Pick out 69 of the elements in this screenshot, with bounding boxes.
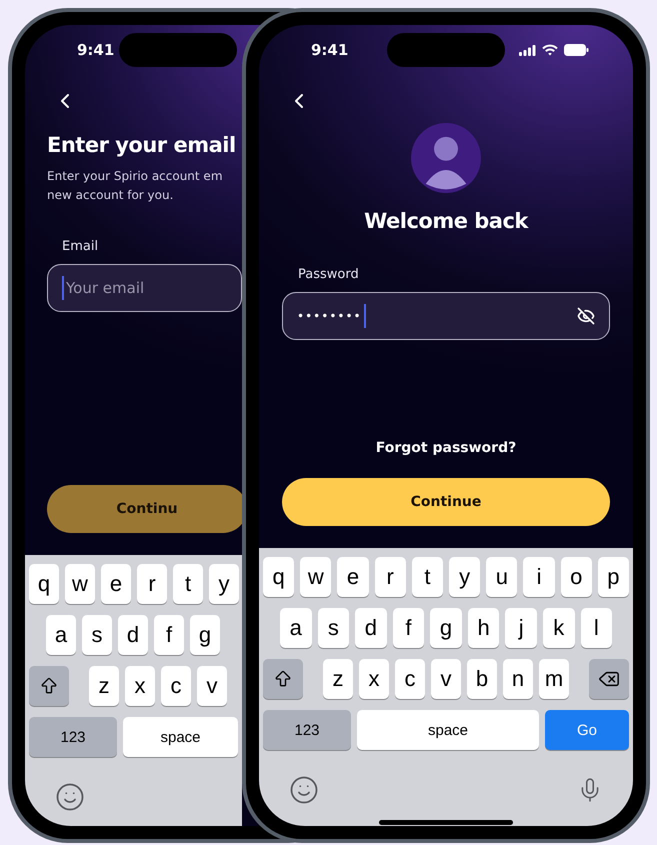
key[interactable]: r [137, 564, 167, 604]
backspace-key[interactable] [589, 659, 629, 699]
email-field[interactable]: Your email [47, 264, 242, 312]
key[interactable]: w [300, 557, 332, 597]
numbers-key[interactable]: 123 [29, 717, 117, 757]
avatar-icon [408, 123, 484, 193]
key[interactable]: q [29, 564, 59, 604]
key[interactable]: z [89, 666, 119, 706]
wifi-icon [542, 44, 558, 56]
shift-key[interactable] [29, 666, 69, 706]
key[interactable]: i [523, 557, 555, 597]
key[interactable]: j [505, 608, 537, 648]
key[interactable]: z [323, 659, 353, 699]
key[interactable]: h [468, 608, 500, 648]
status-time: 9:41 [77, 41, 114, 59]
screen-title: Enter your email [47, 133, 237, 157]
key[interactable]: a [280, 608, 312, 648]
key[interactable]: n [503, 659, 533, 699]
key[interactable]: m [539, 659, 569, 699]
subtitle-text: Enter your Spirio account em new account for you. [47, 168, 224, 204]
forgot-password-link[interactable]: Forgot password? [376, 440, 516, 456]
go-key[interactable]: Go [545, 710, 629, 750]
key[interactable]: c [395, 659, 425, 699]
key[interactable]: k [542, 608, 574, 648]
space-key[interactable]: space [357, 710, 539, 750]
key[interactable]: t [173, 564, 203, 604]
key[interactable]: l [580, 608, 612, 648]
key[interactable]: f [392, 608, 424, 648]
key[interactable]: b [467, 659, 497, 699]
key[interactable]: v [197, 666, 227, 706]
key[interactable]: s [318, 608, 350, 648]
signal-icon [519, 44, 536, 56]
numbers-key[interactable]: 123 [263, 710, 351, 750]
key[interactable]: y [449, 557, 480, 597]
shift-key[interactable] [263, 659, 303, 699]
emoji-icon[interactable] [289, 775, 319, 805]
emoji-icon[interactable] [55, 782, 85, 812]
key[interactable]: y [209, 564, 239, 604]
shift-icon [39, 676, 59, 696]
key[interactable]: t [412, 557, 444, 597]
status-time: 9:41 [311, 41, 348, 59]
key[interactable]: r [374, 557, 406, 597]
key[interactable]: x [359, 659, 389, 699]
key[interactable]: f [154, 615, 184, 655]
key[interactable]: s [82, 615, 112, 655]
key[interactable]: g [190, 615, 220, 655]
key[interactable]: g [430, 608, 462, 648]
key[interactable]: x [125, 666, 155, 706]
field-label: Email [62, 239, 98, 254]
screen-title: Welcome back [363, 209, 530, 233]
key[interactable]: e [101, 564, 131, 604]
password-field[interactable]: •••••••• [282, 292, 610, 340]
battery-icon [564, 44, 589, 56]
key[interactable]: e [337, 557, 369, 597]
continue-button[interactable]: Continue [282, 478, 610, 526]
key[interactable]: d [118, 615, 148, 655]
eye-off-icon[interactable] [577, 307, 595, 325]
key[interactable]: a [46, 615, 76, 655]
field-label: Password [298, 267, 359, 282]
key[interactable]: c [161, 666, 191, 706]
key[interactable]: w [65, 564, 95, 604]
key[interactable]: p [598, 557, 630, 597]
key[interactable]: v [431, 659, 461, 699]
shift-icon [273, 669, 293, 689]
key[interactable]: d [355, 608, 387, 648]
key[interactable]: q [263, 557, 294, 597]
space-key[interactable]: space [123, 717, 238, 757]
key[interactable]: o [560, 557, 592, 597]
key[interactable]: u [486, 557, 518, 597]
